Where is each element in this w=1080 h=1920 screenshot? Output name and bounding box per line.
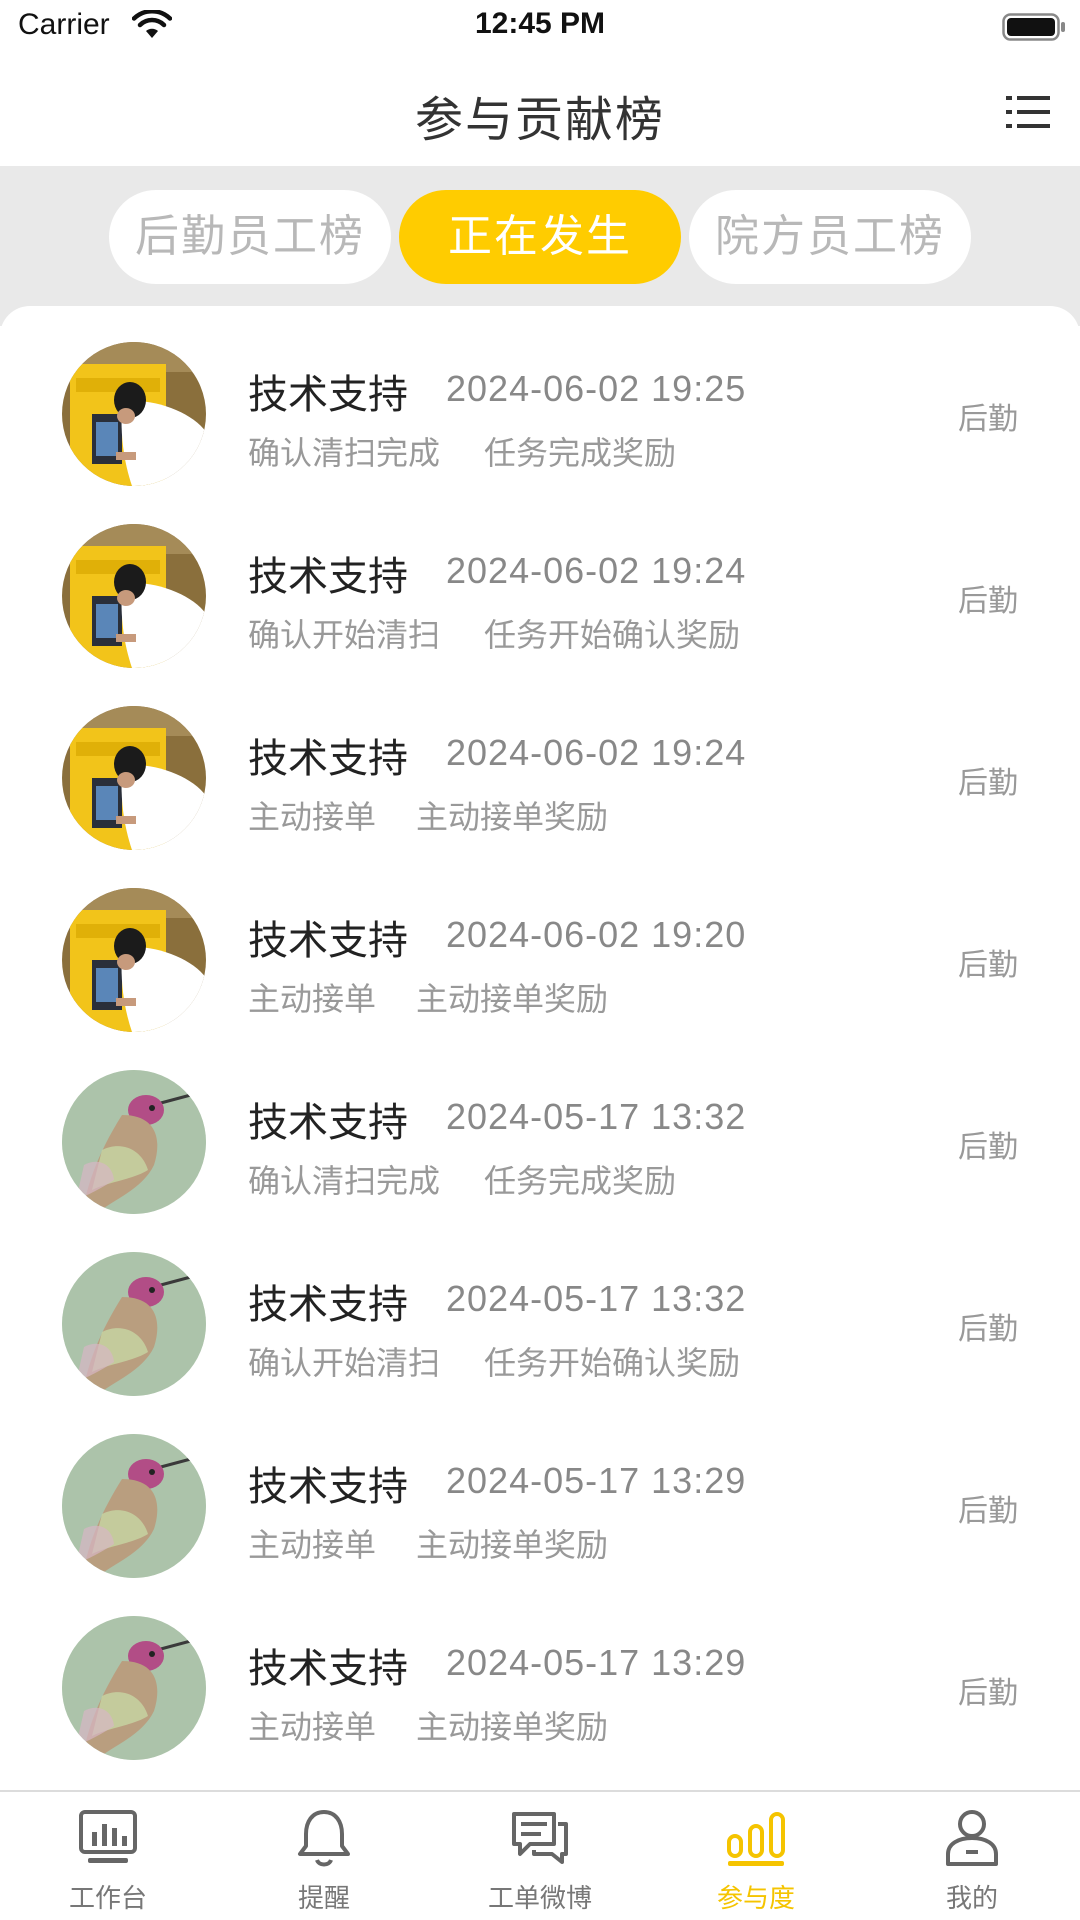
reward-text: 任务开始确认奖励: [484, 1344, 741, 1382]
action-text: 确认开始清扫: [248, 1344, 441, 1382]
avatar: [62, 888, 206, 1032]
timestamp: 2024-05-17 13:29: [446, 1460, 747, 1501]
reward-text: 主动接单奖励: [416, 980, 609, 1018]
user-name: 技术支持: [248, 1100, 408, 1146]
list-item[interactable]: 技术支持 2024-06-02 19:20 主动接单 主动接单奖励 后勤: [0, 852, 1080, 1034]
department-label: 后勤: [958, 1676, 1018, 1711]
timestamp: 2024-06-02 19:24: [446, 550, 747, 591]
tab-mine[interactable]: 我的: [864, 1792, 1080, 1920]
timestamp: 2024-06-02 19:20: [446, 914, 747, 955]
user-name: 技术支持: [248, 372, 408, 418]
tab-reminders[interactable]: 提醒: [216, 1792, 432, 1920]
activity-feed: 技术支持 2024-06-02 19:25 确认清扫完成 任务完成奖励 后勤 技…: [0, 306, 1080, 1790]
reward-text: 任务完成奖励: [484, 434, 677, 472]
list-item[interactable]: 技术支持 2024-06-02 19:24 确认开始清扫 任务开始确认奖励 后勤: [0, 488, 1080, 670]
tab-label: 提醒: [297, 1884, 350, 1914]
bell-icon: [298, 1810, 350, 1867]
reward-text: 主动接单奖励: [416, 1708, 609, 1746]
avatar: [62, 1070, 206, 1214]
reward-text: 主动接单奖励: [416, 798, 609, 836]
list-item[interactable]: 技术支持 2024-05-17 13:32 确认开始清扫 任务开始确认奖励 后勤: [0, 1216, 1080, 1398]
action-text: 主动接单: [248, 1708, 377, 1746]
timestamp: 2024-06-02 19:25: [446, 368, 747, 409]
list-item[interactable]: 技术支持 2024-05-17 13:29 主动接单 主动接单奖励 后勤: [0, 1580, 1080, 1762]
avatar: [62, 524, 206, 668]
action-text: 确认开始清扫: [248, 616, 441, 654]
tab-logistics-staff-ranking[interactable]: 后勤员工榜: [109, 190, 391, 284]
list-item[interactable]: 技术支持 2024-05-17 13:32 确认清扫完成 任务完成奖励 后勤: [0, 1034, 1080, 1216]
user-name: 技术支持: [248, 1282, 408, 1328]
avatar: [62, 1252, 206, 1396]
segment-tabs: 后勤员工榜 正在发生 院方员工榜: [0, 166, 1080, 326]
reward-text: 任务开始确认奖励: [484, 616, 741, 654]
list-item[interactable]: 技术支持 2024-05-17 13:29 主动接单 主动接单奖励 后勤: [0, 1398, 1080, 1580]
department-label: 后勤: [958, 1312, 1018, 1347]
department-label: 后勤: [958, 948, 1018, 983]
user-name: 技术支持: [248, 554, 408, 600]
tab-label: 参与度: [716, 1884, 795, 1914]
navigation-bar: 参与贡献榜: [0, 56, 1080, 166]
chat-bubbles-icon: [512, 1812, 568, 1864]
tab-participation[interactable]: 参与度: [648, 1792, 864, 1920]
user-name: 技术支持: [248, 918, 408, 964]
reward-text: 主动接单奖励: [416, 1526, 609, 1564]
timestamp: 2024-06-02 19:24: [446, 732, 747, 773]
timestamp: 2024-05-17 13:32: [446, 1096, 747, 1137]
tab-hospital-staff-ranking[interactable]: 院方员工榜: [689, 190, 971, 284]
department-label: 后勤: [958, 402, 1018, 437]
participation-bars-icon: [727, 1812, 785, 1866]
tab-label: 工单微博: [487, 1884, 592, 1914]
timestamp: 2024-05-17 13:32: [446, 1278, 747, 1319]
tab-label: 工作台: [68, 1884, 147, 1914]
action-text: 确认清扫完成: [248, 434, 441, 472]
clock: 12:45 PM: [474, 7, 606, 40]
user-name: 技术支持: [248, 1464, 408, 1510]
page-title: 参与贡献榜: [414, 92, 665, 148]
action-text: 确认清扫完成: [248, 1162, 441, 1200]
department-label: 后勤: [958, 766, 1018, 801]
action-text: 主动接单: [248, 798, 377, 836]
battery-icon: [1002, 13, 1065, 41]
avatar: [62, 342, 206, 486]
list-menu-icon[interactable]: [1006, 92, 1050, 132]
avatar: [62, 1616, 206, 1760]
bottom-tab-bar: 工作台 提醒 工单微博 参与度 我的: [0, 1790, 1080, 1920]
action-text: 主动接单: [248, 980, 377, 1018]
timestamp: 2024-05-17 13:29: [446, 1642, 747, 1683]
list-item[interactable]: 技术支持 2024-06-02 19:25 确认清扫完成 任务完成奖励 后勤: [0, 306, 1080, 488]
tab-label: 我的: [945, 1884, 998, 1914]
tab-work-order-feed[interactable]: 工单微博: [432, 1792, 648, 1920]
avatar: [62, 1434, 206, 1578]
department-label: 后勤: [958, 1130, 1018, 1165]
tab-workbench[interactable]: 工作台: [0, 1792, 216, 1920]
action-text: 主动接单: [248, 1526, 377, 1564]
tab-happening-now[interactable]: 正在发生: [399, 190, 681, 284]
user-name: 技术支持: [248, 736, 408, 782]
dashboard-icon: [79, 1810, 137, 1863]
avatar: [62, 706, 206, 850]
department-label: 后勤: [958, 584, 1018, 619]
user-icon: [946, 1810, 998, 1866]
status-bar: Carrier 12:45 PM: [0, 0, 1080, 56]
reward-text: 任务完成奖励: [484, 1162, 677, 1200]
list-item[interactable]: 技术支持 2024-06-02 19:24 主动接单 主动接单奖励 后勤: [0, 670, 1080, 852]
department-label: 后勤: [958, 1494, 1018, 1529]
user-name: 技术支持: [248, 1646, 408, 1692]
